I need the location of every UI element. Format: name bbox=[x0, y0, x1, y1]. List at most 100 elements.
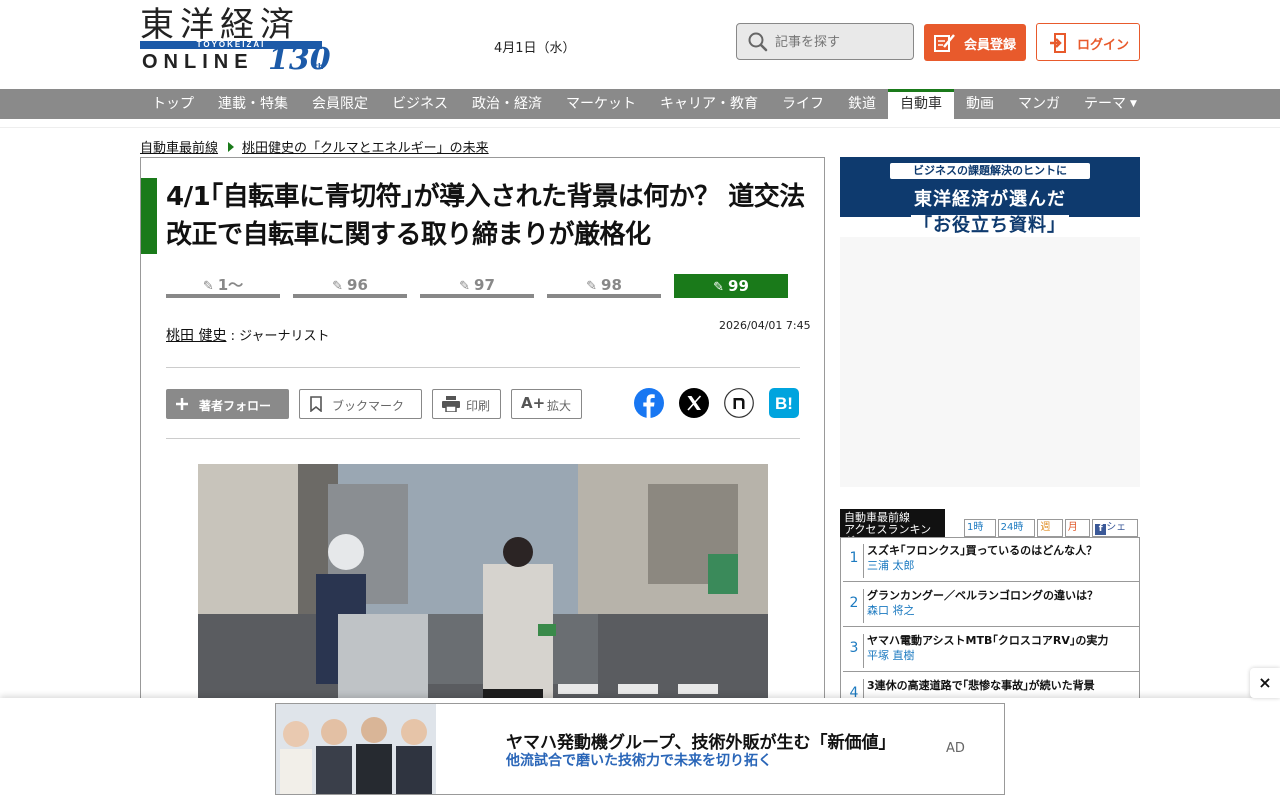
bottom-ad[interactable]: ヤマハ発動機グループ、技術外販が生む「新価値」 他流試合で磨いた技術力で未来を切… bbox=[275, 703, 1005, 795]
page-link-label: 97 bbox=[474, 276, 495, 294]
page-link-98[interactable]: ✎ 98 bbox=[547, 274, 661, 298]
login-icon bbox=[1050, 33, 1066, 53]
search-input[interactable] bbox=[775, 32, 905, 52]
ranking-item-author[interactable]: 平塚 直樹 bbox=[867, 647, 915, 663]
pencil-icon: ✎ bbox=[202, 279, 214, 294]
divider bbox=[166, 438, 800, 439]
tab-monthly[interactable]: 月間 bbox=[1064, 519, 1091, 549]
bookmark-button[interactable]: ブックマーク bbox=[299, 389, 422, 419]
note-icon[interactable] bbox=[724, 388, 754, 418]
sidebar-ad-slot bbox=[840, 237, 1140, 487]
svg-text:B!: B! bbox=[775, 394, 793, 413]
nav-item-theme-label: テーマ bbox=[1084, 96, 1126, 112]
nav-item-top[interactable]: トップ bbox=[140, 89, 206, 119]
nav-item-life[interactable]: ライフ bbox=[770, 89, 836, 119]
ranking-tabs: 1時間 24時間 週間 月間 fシェア bbox=[964, 519, 1140, 549]
breadcrumb-series-link[interactable]: 桃田健史の「クルマとエネルギー」の未来 bbox=[242, 137, 489, 156]
page-link-label: 1〜 bbox=[217, 276, 244, 294]
banner-title-em: 「お役立ち資料」 bbox=[911, 215, 1069, 236]
print-button[interactable]: 印刷 bbox=[432, 389, 501, 419]
x-icon[interactable] bbox=[679, 388, 709, 418]
pencil-icon: ✎ bbox=[332, 279, 344, 294]
divider bbox=[863, 589, 864, 623]
text-enlarge-icon: A+ bbox=[521, 394, 546, 412]
ad-image bbox=[276, 704, 436, 794]
site-logo[interactable]: 東洋経済 TOYOKEIZAI ONLINE 130 th bbox=[140, 6, 340, 82]
banner-title-pre: 東洋経済が選んだ bbox=[914, 189, 1066, 210]
nav-item-market[interactable]: マーケット bbox=[554, 89, 648, 119]
photo-street-scene bbox=[198, 464, 768, 724]
tab-1hour[interactable]: 1時間 bbox=[964, 519, 996, 549]
tab-weekly[interactable]: 週間 bbox=[1037, 519, 1063, 549]
pencil-icon: ✎ bbox=[713, 280, 725, 295]
article-container: 4/1｢自転車に青切符｣が導入された背景は何か？ 道交法改正で自転車に関する取り… bbox=[140, 157, 825, 724]
nav-item-manga[interactable]: マンガ bbox=[1006, 89, 1072, 119]
divider bbox=[863, 544, 864, 578]
hatena-bookmark-icon[interactable]: B! bbox=[769, 388, 799, 418]
ranking-item[interactable]: 3 ヤマハ電動アシストMTB｢クロスコアRV｣の実力 平塚 直樹 bbox=[843, 628, 1139, 672]
ranking-item-author[interactable]: 三浦 太郎 bbox=[867, 557, 915, 573]
page-link-96[interactable]: ✎ 96 bbox=[293, 274, 407, 298]
ranking-item[interactable]: 2 グランカングー／ベルランゴロングの違いは？ 森口 将之 bbox=[843, 583, 1139, 627]
nav-item-politics[interactable]: 政治・経済 bbox=[460, 89, 554, 119]
ranking-item-title: ヤマハ電動アシストMTB｢クロスコアRV｣の実力 bbox=[867, 634, 1109, 647]
article-photo bbox=[198, 464, 768, 724]
author-link[interactable]: 桃田 健史 bbox=[166, 328, 226, 344]
search-icon[interactable] bbox=[747, 31, 769, 53]
page-link-label: 96 bbox=[347, 276, 368, 294]
close-icon[interactable]: × bbox=[1250, 668, 1280, 698]
login-button[interactable]: ログイン bbox=[1036, 23, 1140, 61]
register-button[interactable]: 会員登録 bbox=[924, 24, 1026, 61]
bottom-ad-bar: ヤマハ発動機グループ、技術外販が生む「新価値」 他流試合で磨いた技術力で未来を切… bbox=[0, 698, 1280, 800]
resources-banner[interactable]: ビジネスの課題解決のヒントに 東洋経済が選んだ「お役立ち資料」 bbox=[840, 157, 1140, 236]
tab-24hours[interactable]: 24時間 bbox=[997, 519, 1036, 549]
author-role: : ジャーナリスト bbox=[226, 329, 330, 344]
search-box[interactable] bbox=[736, 23, 914, 60]
logo-anniversary-suffix: th bbox=[314, 62, 324, 71]
banner-title: 東洋経済が選んだ「お役立ち資料」 bbox=[840, 185, 1140, 237]
page-link-99-current[interactable]: ✎ 99 bbox=[674, 274, 788, 298]
ranking-item-title: スズキ｢フロンクス｣買っているのはどんな人？ bbox=[867, 544, 1098, 557]
nav-item-series[interactable]: 連載・特集 bbox=[206, 89, 300, 119]
facebook-icon[interactable] bbox=[634, 388, 664, 418]
ranking-item-title: グランカングー／ベルランゴロングの違いは？ bbox=[867, 589, 1098, 602]
ranking-item-author[interactable]: 森口 将之 bbox=[867, 602, 915, 618]
divider bbox=[863, 634, 864, 668]
page-link-1[interactable]: ✎ 1〜 bbox=[166, 274, 280, 298]
chevron-down-icon: ▼ bbox=[1130, 99, 1137, 109]
nav-item-video[interactable]: 動画 bbox=[954, 89, 1006, 119]
pencil-icon: ✎ bbox=[459, 279, 471, 294]
ad-label: AD bbox=[946, 741, 965, 756]
printer-icon bbox=[442, 396, 460, 412]
logo-kanji: 東洋経済 bbox=[140, 5, 300, 45]
ranking-title: 自動車最前線 アクセスランキング bbox=[840, 509, 945, 548]
nav-item-automobile[interactable]: 自動車 bbox=[888, 89, 954, 119]
nav-divider bbox=[0, 127, 1280, 128]
author-line: 桃田 健史 : ジャーナリスト bbox=[166, 325, 329, 345]
ranking-item[interactable]: 1 スズキ｢フロンクス｣買っているのはどんな人？ 三浦 太郎 bbox=[843, 538, 1139, 582]
banner-subtitle: ビジネスの課題解決のヒントに bbox=[890, 163, 1090, 179]
ad-subline: 他流試合で磨いた技術力で未来を切り拓く bbox=[506, 753, 772, 769]
main-nav: トップ 連載・特集 会員限定 ビジネス 政治・経済 マーケット キャリア・教育 … bbox=[0, 89, 1280, 119]
title-accent-bar bbox=[141, 178, 157, 254]
ranking-number: 3 bbox=[849, 640, 859, 656]
article-title: 4/1｢自転車に青切符｣が導入された背景は何か？ 道交法改正で自転車に関する取り… bbox=[166, 182, 805, 250]
breadcrumb-parent-link[interactable]: 自動車最前線 bbox=[140, 137, 218, 156]
page-link-label: 99 bbox=[728, 277, 749, 295]
nav-item-railway[interactable]: 鉄道 bbox=[836, 89, 888, 119]
nav-item-career[interactable]: キャリア・教育 bbox=[648, 89, 770, 119]
nav-item-theme[interactable]: テーマ ▼ bbox=[1072, 89, 1149, 119]
register-label: 会員登録 bbox=[964, 38, 1017, 53]
register-icon bbox=[934, 34, 955, 52]
nav-item-members[interactable]: 会員限定 bbox=[300, 89, 380, 119]
page-link-97[interactable]: ✎ 97 bbox=[420, 274, 534, 298]
follow-author-button[interactable]: 著者フォロー bbox=[166, 389, 289, 419]
print-label: 印刷 bbox=[466, 399, 491, 413]
facebook-icon: f bbox=[1095, 524, 1107, 535]
bookmark-icon bbox=[310, 396, 322, 412]
nav-item-business[interactable]: ビジネス bbox=[380, 89, 460, 119]
current-date: 4月1日（水） bbox=[494, 41, 576, 56]
zoom-button[interactable]: A+ 拡大 bbox=[511, 389, 582, 419]
ad-people-photo bbox=[276, 704, 436, 794]
facebook-share-button[interactable]: fシェア bbox=[1092, 519, 1138, 549]
